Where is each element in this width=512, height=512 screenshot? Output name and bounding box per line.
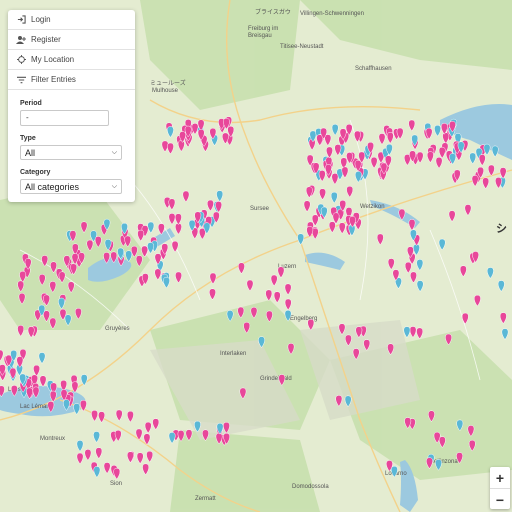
type-select[interactable]: All ⌵ [20, 145, 122, 160]
svg-text:Montreux: Montreux [40, 436, 65, 442]
svg-text:Domodossola: Domodossola [292, 484, 329, 490]
svg-text:ブライスガウ: ブライスガウ [255, 8, 291, 16]
svg-text:Sursee: Sursee [250, 206, 270, 212]
svg-text:ミュールーズ: ミュールーズ [150, 79, 186, 87]
filter-panel: Login Register My Location Filter Entrie… [8, 10, 135, 202]
zoom-in-button[interactable]: + [490, 467, 510, 489]
register-button[interactable]: Register [8, 30, 135, 50]
user-plus-icon [16, 35, 26, 45]
my-location-label: My Location [31, 55, 75, 64]
category-label: Category [20, 169, 51, 176]
svg-text:Gruyères: Gruyères [105, 326, 130, 332]
crosshair-icon [16, 55, 26, 65]
svg-text:Grindelwald: Grindelwald [260, 376, 292, 382]
my-location-button[interactable]: My Location [8, 50, 135, 70]
svg-text:Zermatt: Zermatt [195, 496, 216, 502]
svg-text:シ: シ [496, 222, 507, 235]
chevron-down-icon: ⌵ [111, 148, 117, 156]
svg-text:Breisgau: Breisgau [248, 33, 272, 39]
period-input[interactable]: - [20, 110, 109, 126]
chevron-down-icon: ⌵ [111, 182, 117, 190]
filter-entries-toggle[interactable]: Filter Entries [8, 70, 135, 90]
type-label: Type [20, 135, 36, 142]
period-label: Period [20, 100, 42, 107]
svg-text:Villingen-Schwenningen: Villingen-Schwenningen [300, 11, 364, 17]
login-icon [16, 15, 26, 25]
svg-text:Titisee-Neustadt: Titisee-Neustadt [280, 44, 324, 50]
filter-form: Period - Type All ⌵ Category All categor… [8, 90, 135, 194]
zoom-control: + − [490, 467, 510, 509]
category-select-value: All categories [25, 181, 80, 192]
svg-text:Sion: Sion [110, 481, 122, 487]
svg-text:Wetzikon: Wetzikon [360, 204, 385, 210]
zoom-out-button[interactable]: − [490, 489, 510, 510]
svg-text:Bellinzona: Bellinzona [430, 459, 458, 465]
type-select-value: All [25, 147, 36, 158]
login-label: Login [31, 15, 51, 24]
category-select[interactable]: All categories ⌵ [20, 179, 122, 194]
svg-text:Interlaken: Interlaken [220, 351, 246, 357]
svg-text:Mulhouse: Mulhouse [152, 88, 179, 94]
login-button[interactable]: Login [8, 10, 135, 30]
svg-text:Lac Léman: Lac Léman [20, 404, 50, 410]
filter-lines-icon [16, 75, 26, 85]
svg-text:Freiburg im: Freiburg im [248, 26, 278, 32]
svg-text:Schaffhausen: Schaffhausen [355, 66, 392, 72]
register-label: Register [31, 35, 61, 44]
filter-entries-label: Filter Entries [31, 75, 76, 84]
